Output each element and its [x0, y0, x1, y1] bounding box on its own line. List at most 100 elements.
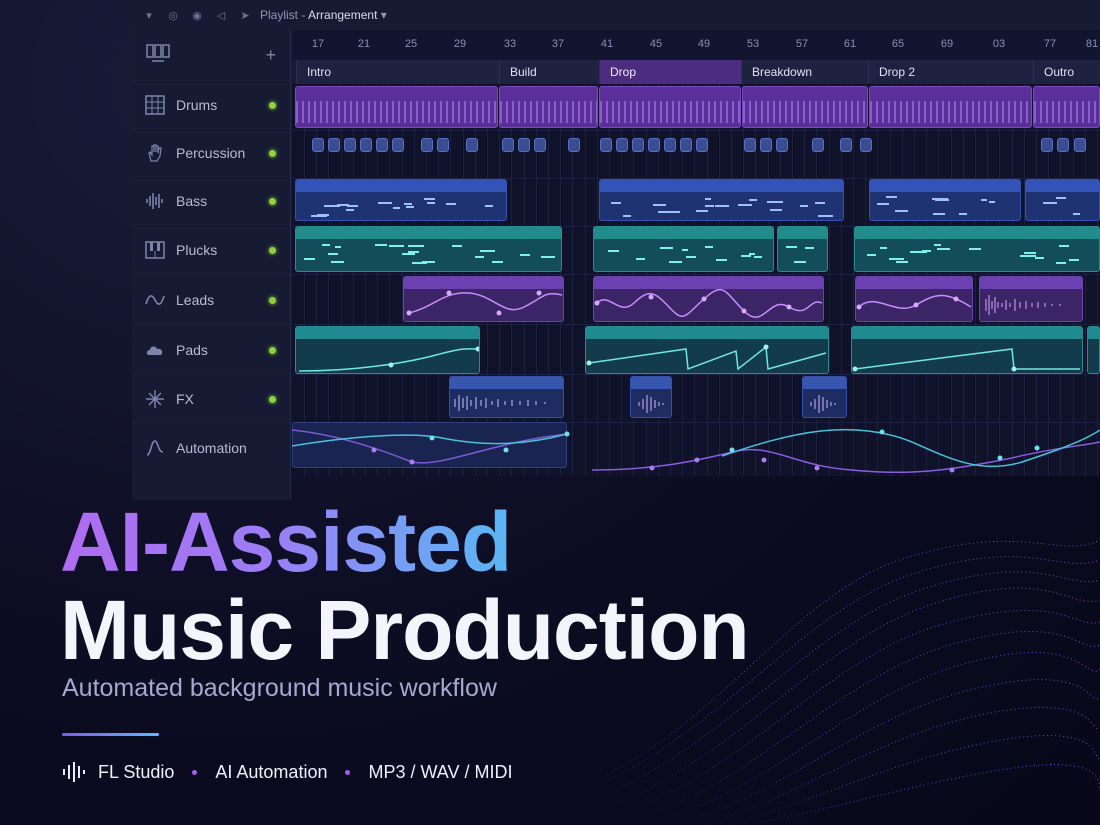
percussion-clip[interactable]	[328, 138, 340, 152]
track-active-indicator[interactable]	[269, 246, 276, 254]
percussion-clip[interactable]	[776, 138, 788, 152]
timeline-ruler[interactable]: 17 21 25 29 33 37 41 45 49 53 57 61 65 6…	[292, 30, 1100, 60]
percussion-clip[interactable]	[1041, 138, 1053, 152]
percussion-clip[interactable]	[437, 138, 449, 152]
track-name: FX	[176, 391, 194, 407]
leads-clip[interactable]	[855, 276, 973, 322]
midi-note	[541, 256, 555, 258]
percussion-clip[interactable]	[466, 138, 478, 152]
pads-clip[interactable]	[1087, 326, 1100, 374]
percussion-clip[interactable]	[648, 138, 660, 152]
pattern-clip[interactable]	[599, 86, 741, 128]
arrow-icon[interactable]: ➤	[238, 8, 252, 22]
section-marker-outro[interactable]: Outro	[1033, 60, 1100, 84]
bass-clip[interactable]	[295, 179, 507, 221]
percussion-clip[interactable]	[616, 138, 628, 152]
track-row-automation[interactable]: Automation	[132, 422, 290, 473]
fx-audio-clip[interactable]	[449, 376, 564, 418]
track-row-pads[interactable]: Pads	[132, 324, 290, 375]
note-preview	[861, 243, 1093, 267]
pads-clip[interactable]	[851, 326, 1083, 374]
audio-waveform	[810, 395, 836, 413]
bass-clip[interactable]	[599, 179, 844, 221]
percussion-clip[interactable]	[696, 138, 708, 152]
headline-line-2: Music Production	[60, 583, 750, 677]
bar-number: 57	[795, 38, 809, 50]
window-title[interactable]: Playlist - Arrangement ▾	[260, 8, 387, 22]
percussion-clip[interactable]	[312, 138, 324, 152]
percussion-clip[interactable]	[344, 138, 356, 152]
percussion-clip[interactable]	[760, 138, 772, 152]
track-row-bass[interactable]: Bass	[132, 176, 290, 225]
percussion-clip[interactable]	[860, 138, 872, 152]
fx-audio-clip[interactable]	[630, 376, 672, 418]
track-row-drums[interactable]: Drums	[132, 80, 290, 129]
track-row-leads[interactable]: Leads	[132, 274, 290, 325]
bar-number: 17	[311, 38, 325, 50]
plucks-clip[interactable]	[593, 226, 774, 272]
title-dropdown-icon[interactable]: ▾	[381, 8, 387, 22]
midi-note	[1069, 259, 1079, 261]
section-marker-breakdown[interactable]: Breakdown	[741, 60, 868, 84]
track-active-indicator[interactable]	[269, 149, 276, 157]
percussion-clip[interactable]	[502, 138, 514, 152]
section-marker-drop[interactable]: Drop	[599, 60, 741, 84]
track-row-fx[interactable]: FX	[132, 374, 290, 423]
midi-note	[705, 246, 713, 248]
section-marker-drop-2[interactable]: Drop 2	[868, 60, 1033, 84]
pattern-clip[interactable]	[1033, 86, 1100, 128]
percussion-clip[interactable]	[812, 138, 824, 152]
percussion-clip[interactable]	[840, 138, 852, 152]
columns-icon[interactable]	[146, 43, 170, 67]
track-active-indicator[interactable]	[269, 101, 276, 109]
chevron-down-icon[interactable]: ▾	[142, 8, 156, 22]
bullet-dot	[192, 769, 198, 775]
percussion-clip[interactable]	[376, 138, 388, 152]
plucks-clip[interactable]	[854, 226, 1100, 272]
percussion-clip[interactable]	[568, 138, 580, 152]
pattern-clip[interactable]	[499, 86, 598, 128]
track-active-indicator[interactable]	[269, 346, 276, 354]
percussion-clip[interactable]	[600, 138, 612, 152]
percussion-clip[interactable]	[744, 138, 756, 152]
section-marker-intro[interactable]: Intro	[296, 60, 500, 84]
percussion-clip[interactable]	[680, 138, 692, 152]
pattern-clip[interactable]	[869, 86, 1032, 128]
midi-note	[492, 261, 503, 263]
add-track-button[interactable]: +	[265, 45, 276, 66]
percussion-clip[interactable]	[1074, 138, 1086, 152]
plucks-clip[interactable]	[295, 226, 562, 272]
record-icon[interactable]: ◉	[190, 8, 204, 22]
speaker-icon[interactable]: ◁	[214, 8, 228, 22]
bass-clip[interactable]	[1025, 179, 1100, 221]
leads-clip[interactable]	[403, 276, 564, 322]
percussion-clip[interactable]	[518, 138, 530, 152]
percussion-clip[interactable]	[392, 138, 404, 152]
percussion-clip[interactable]	[534, 138, 546, 152]
bass-clip[interactable]	[869, 179, 1021, 221]
percussion-clip[interactable]	[360, 138, 372, 152]
leads-clip[interactable]	[593, 276, 824, 322]
plucks-clip[interactable]	[777, 226, 828, 272]
pads-clip[interactable]	[585, 326, 829, 374]
track-row-percussion[interactable]: Percussion	[132, 128, 290, 177]
track-row-plucks[interactable]: Plucks	[132, 224, 290, 275]
track-active-indicator[interactable]	[269, 395, 276, 403]
track-active-indicator[interactable]	[269, 197, 276, 205]
midi-note	[922, 250, 931, 252]
playlist-lanes[interactable]	[292, 84, 1100, 476]
section-marker-build[interactable]: Build	[499, 60, 599, 84]
midi-note	[682, 249, 688, 251]
percussion-clip[interactable]	[664, 138, 676, 152]
pads-clip[interactable]	[295, 326, 480, 374]
leads-audio-clip[interactable]	[979, 276, 1083, 322]
percussion-clip[interactable]	[632, 138, 644, 152]
fx-audio-clip[interactable]	[802, 376, 847, 418]
percussion-clip[interactable]	[1057, 138, 1069, 152]
bar-number: 61	[843, 38, 857, 50]
pattern-clip[interactable]	[295, 86, 498, 128]
percussion-clip[interactable]	[421, 138, 433, 152]
headphones-icon[interactable]: ◎	[166, 8, 180, 22]
pattern-clip[interactable]	[742, 86, 868, 128]
track-active-indicator[interactable]	[269, 296, 276, 304]
